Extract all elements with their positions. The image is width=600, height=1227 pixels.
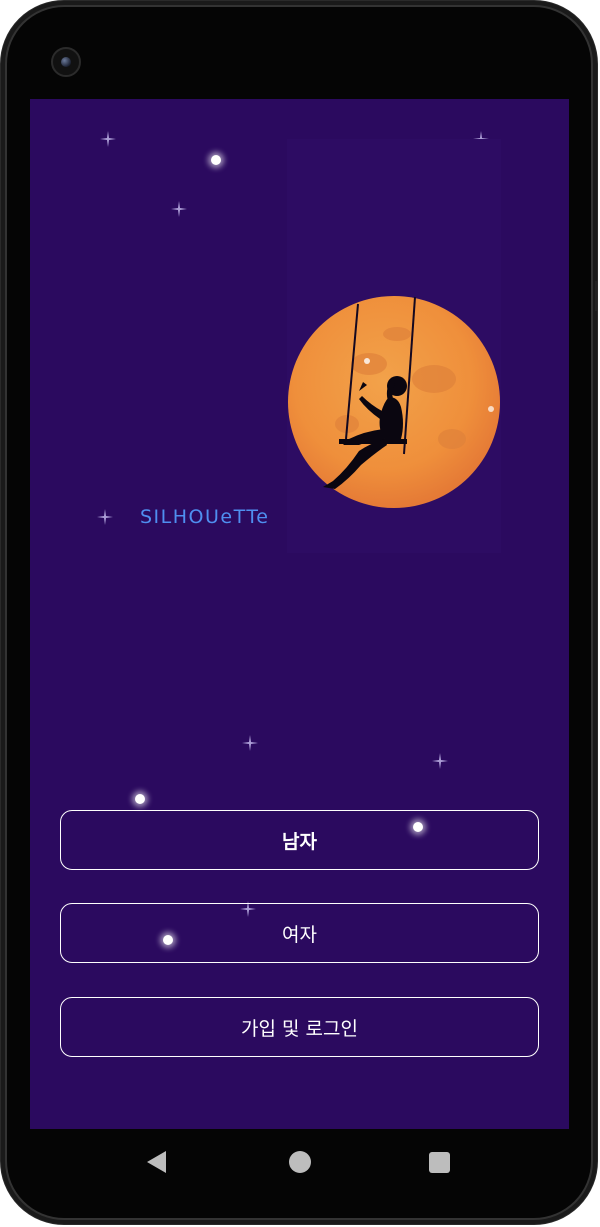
- app-brand-logo: SILHOUeTTe: [140, 506, 270, 528]
- signup-login-button[interactable]: 가입 및 로그인: [60, 997, 539, 1057]
- male-button[interactable]: 남자: [60, 810, 539, 870]
- phone-frame: SILHOUeTTe 남자 여자 가입 및 로그인: [0, 0, 598, 1225]
- front-camera-icon: [51, 47, 81, 77]
- android-nav-bar: [30, 1129, 569, 1195]
- star-icon: [135, 794, 145, 804]
- back-triangle-icon[interactable]: [147, 1151, 166, 1173]
- sparkle-icon: [242, 735, 258, 751]
- sparkle-icon: [97, 509, 113, 525]
- app-screen: SILHOUeTTe 남자 여자 가입 및 로그인: [30, 99, 569, 1129]
- moon-swing-illustration: [287, 139, 501, 553]
- star-icon: [211, 155, 221, 165]
- sparkle-icon: [432, 753, 448, 769]
- recent-square-icon[interactable]: [429, 1152, 450, 1173]
- sparkle-icon: [171, 201, 187, 217]
- side-button: [595, 281, 597, 311]
- home-circle-icon[interactable]: [289, 1151, 311, 1173]
- sparkle-icon: [100, 131, 116, 147]
- female-button[interactable]: 여자: [60, 903, 539, 963]
